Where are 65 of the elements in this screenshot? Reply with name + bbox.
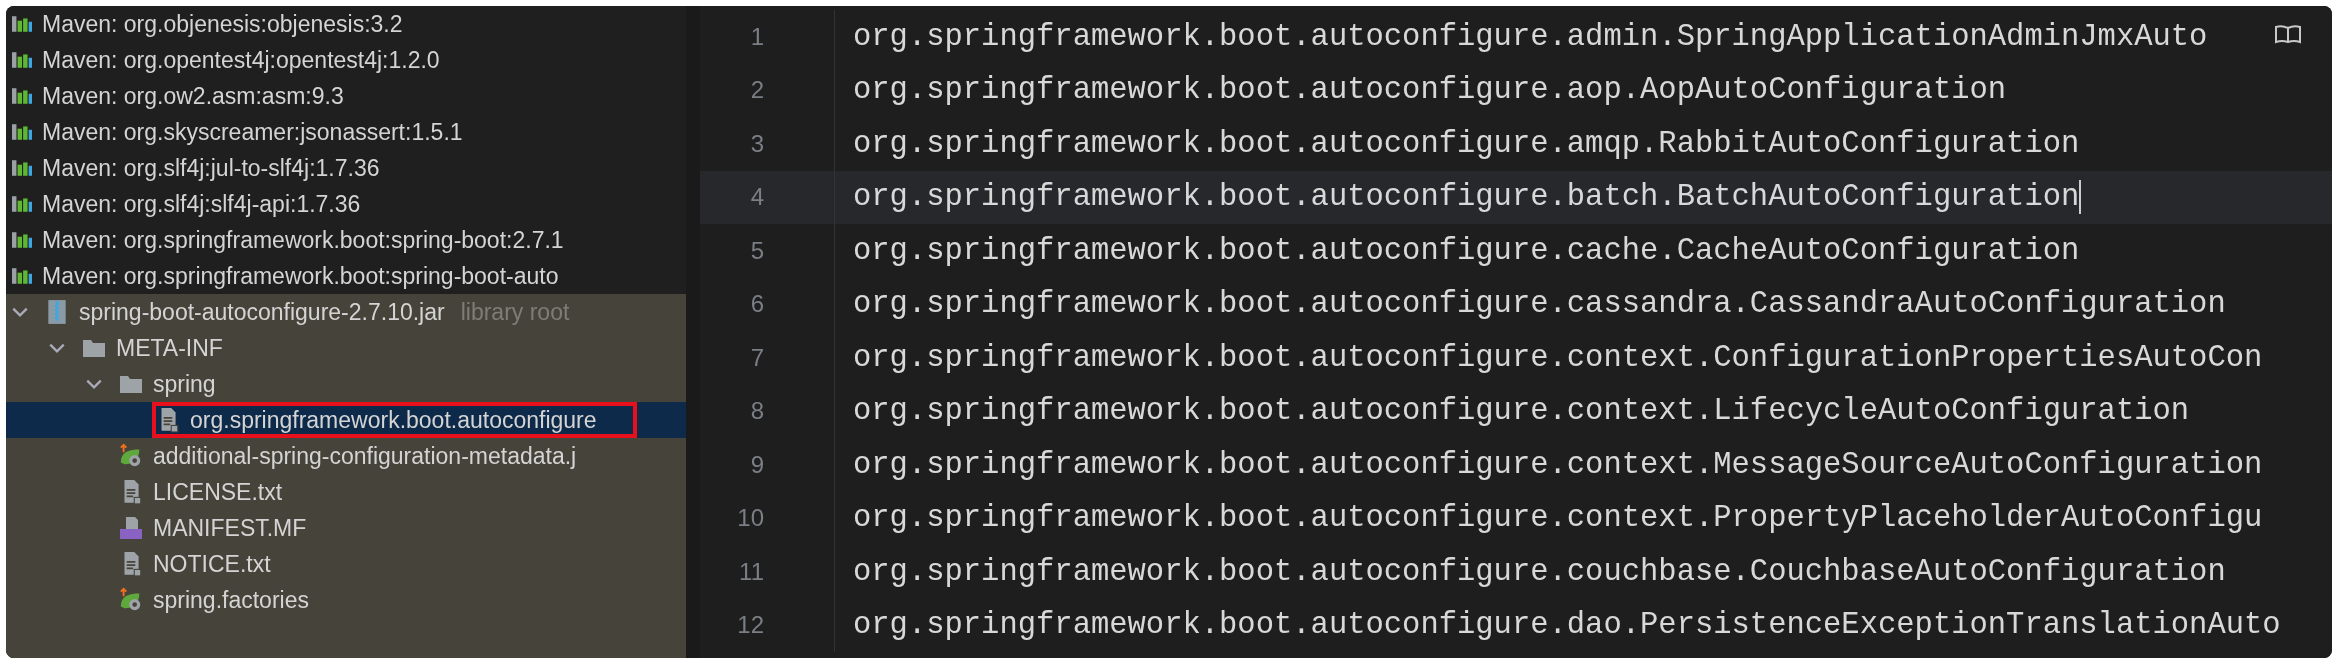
tree-row[interactable]: org.springframework.boot.autoconfigure [6,402,686,438]
leaf-gear-icon [119,587,143,613]
library-item[interactable]: Maven: org.slf4j:slf4j-api:1.7.36 [42,190,361,218]
library-icon [12,50,32,70]
library-item[interactable]: Maven: org.opentest4j:opentest4j:1.2.0 [42,46,440,74]
library-icon [12,158,32,178]
code-line: org.springframework.boot.autoconfigure.amqp.RabbitAutoConfiguration [853,126,2080,161]
tree-item-label: LICENSE.txt [153,478,283,506]
line-number: 4 [749,183,764,212]
tree-item-label: spring-boot-autoconfigure-2.7.10.jar [79,298,445,326]
library-item[interactable]: Maven: org.springframework.boot:spring-boot:2.7.1 [42,226,564,254]
reader-mode-icon[interactable] [2274,24,2302,44]
tree-row[interactable]: LICENSE.txt [6,474,686,510]
library-icon [12,14,32,34]
archive-icon [45,299,69,325]
line-number: 11 [738,557,764,586]
tree-item-label: org.springframework.boot.autoconfigure [190,406,597,434]
tree-item-label: MANIFEST.MF [153,514,307,542]
library-icon [12,86,32,106]
tree-item-label: spring [153,370,216,398]
leaf-gear-icon [119,443,143,469]
code-line: org.springframework.boot.autoconfigure.context.ConfigurationPropertiesAutoCon [853,340,2263,375]
tree-row[interactable]: spring-boot-autoconfigure-2.7.10.jar library root [6,294,686,330]
line-number: 9 [749,450,764,479]
code-line: org.springframework.boot.autoconfigure.cache.CacheAutoConfiguration [853,233,2080,268]
code-line: org.springframework.boot.autoconfigure.batch.BatchAutoConfiguration [853,180,2080,215]
library-icon [12,230,32,250]
code-line: org.springframework.boot.autoconfigure.dao.PersistenceExceptionTranslationAuto [853,608,2281,643]
code-line: org.springframework.boot.autoconfigure.context.LifecycleAutoConfiguration [853,394,2190,429]
line-number: 6 [749,290,764,319]
tree-row[interactable]: spring [6,366,686,402]
code-line: org.springframework.boot.autoconfigure.couchbase.CouchbaseAutoConfiguration [853,554,2226,589]
library-item[interactable]: Maven: org.objenesis:objenesis:3.2 [42,10,403,38]
code-line: org.springframework.boot.autoconfigure.admin.SpringApplicationAdminJmxAuto [853,19,2208,54]
tree-row[interactable]: additional-spring-configuration-metadata.j [6,438,686,474]
code-line: org.springframework.boot.autoconfigure.context.PropertyPlaceholderAutoConfigu [853,501,2263,536]
tree-row[interactable]: spring.factories [6,582,686,618]
line-number: 1 [749,22,764,51]
tree-item-label: spring.factories [153,586,309,614]
library-item[interactable]: Maven: org.springframework.boot:spring-boot-auto [42,262,559,290]
line-number: 3 [749,129,764,158]
tree-item-label: META-INF [116,334,223,362]
line-number: 7 [749,343,764,372]
code-line: org.springframework.boot.autoconfigure.aop.AopAutoConfiguration [853,73,2007,108]
line-number: 2 [749,76,764,105]
library-icon [12,266,32,286]
tree-row[interactable]: META-INF [6,330,686,366]
tree-row[interactable]: NOTICE.txt [6,546,686,582]
tree-row[interactable]: MANIFEST.MF [6,510,686,546]
library-item[interactable]: Maven: org.ow2.asm:asm:9.3 [42,82,344,110]
text-caret [2079,180,2082,215]
line-number: 12 [736,611,764,640]
code-line: org.springframework.boot.autoconfigure.cassandra.CassandraAutoConfiguration [853,287,2226,322]
tree-item-label: additional-spring-configuration-metadata.j [153,442,577,470]
code-line: org.springframework.boot.autoconfigure.context.MessageSourceAutoConfiguration [853,447,2263,482]
line-number: 10 [736,504,764,533]
tree-item-label: NOTICE.txt [153,550,271,578]
library-item[interactable]: Maven: org.slf4j:jul-to-slf4j:1.7.36 [42,154,380,182]
library-icon [12,122,32,142]
tree-item-hint: library root [460,298,570,326]
line-number: 8 [749,397,764,426]
manifest-file-icon [119,515,143,541]
library-icon [12,194,32,214]
line-number: 5 [749,236,764,265]
library-item[interactable]: Maven: org.skyscreamer:jsonassert:1.5.1 [42,118,463,146]
